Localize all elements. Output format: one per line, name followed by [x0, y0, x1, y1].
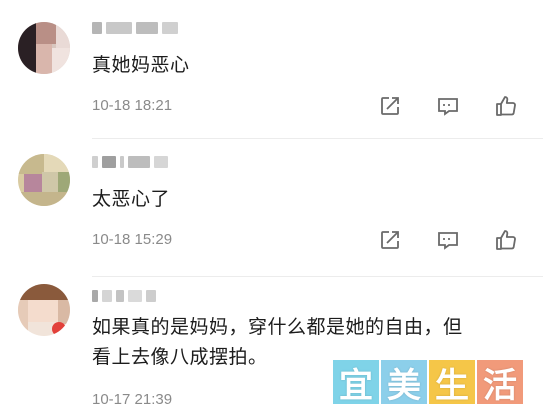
comment-text: 太恶心了	[92, 188, 171, 210]
comment-time: 10-17 21:39	[92, 391, 173, 408]
comment-item[interactable]: 真她妈恶心 10-18 18:21	[0, 0, 543, 140]
comment-icon[interactable]	[436, 94, 460, 118]
watermark-logo: 宜 美 生 活	[333, 360, 523, 406]
watermark-char: 美	[381, 360, 427, 406]
comment-text: 真她妈恶心	[92, 54, 190, 76]
username-blurred[interactable]	[92, 20, 182, 36]
comment-icon[interactable]	[436, 228, 460, 252]
avatar[interactable]	[18, 154, 70, 206]
comment-time: 10-18 18:21	[92, 97, 173, 114]
like-icon[interactable]	[494, 228, 518, 252]
watermark-char: 宜	[333, 360, 379, 406]
watermark-char: 生	[429, 360, 475, 406]
like-icon[interactable]	[494, 94, 518, 118]
repost-icon[interactable]	[378, 228, 402, 252]
username-blurred[interactable]	[92, 288, 160, 304]
username-blurred[interactable]	[92, 154, 172, 170]
comment-time: 10-18 15:29	[92, 231, 173, 248]
watermark-char: 活	[477, 360, 523, 406]
avatar[interactable]	[18, 22, 70, 74]
divider	[92, 138, 543, 139]
divider	[92, 276, 543, 277]
repost-icon[interactable]	[378, 94, 402, 118]
avatar[interactable]	[18, 284, 70, 336]
comment-item[interactable]: 太恶心了 10-18 15:29	[0, 140, 543, 278]
